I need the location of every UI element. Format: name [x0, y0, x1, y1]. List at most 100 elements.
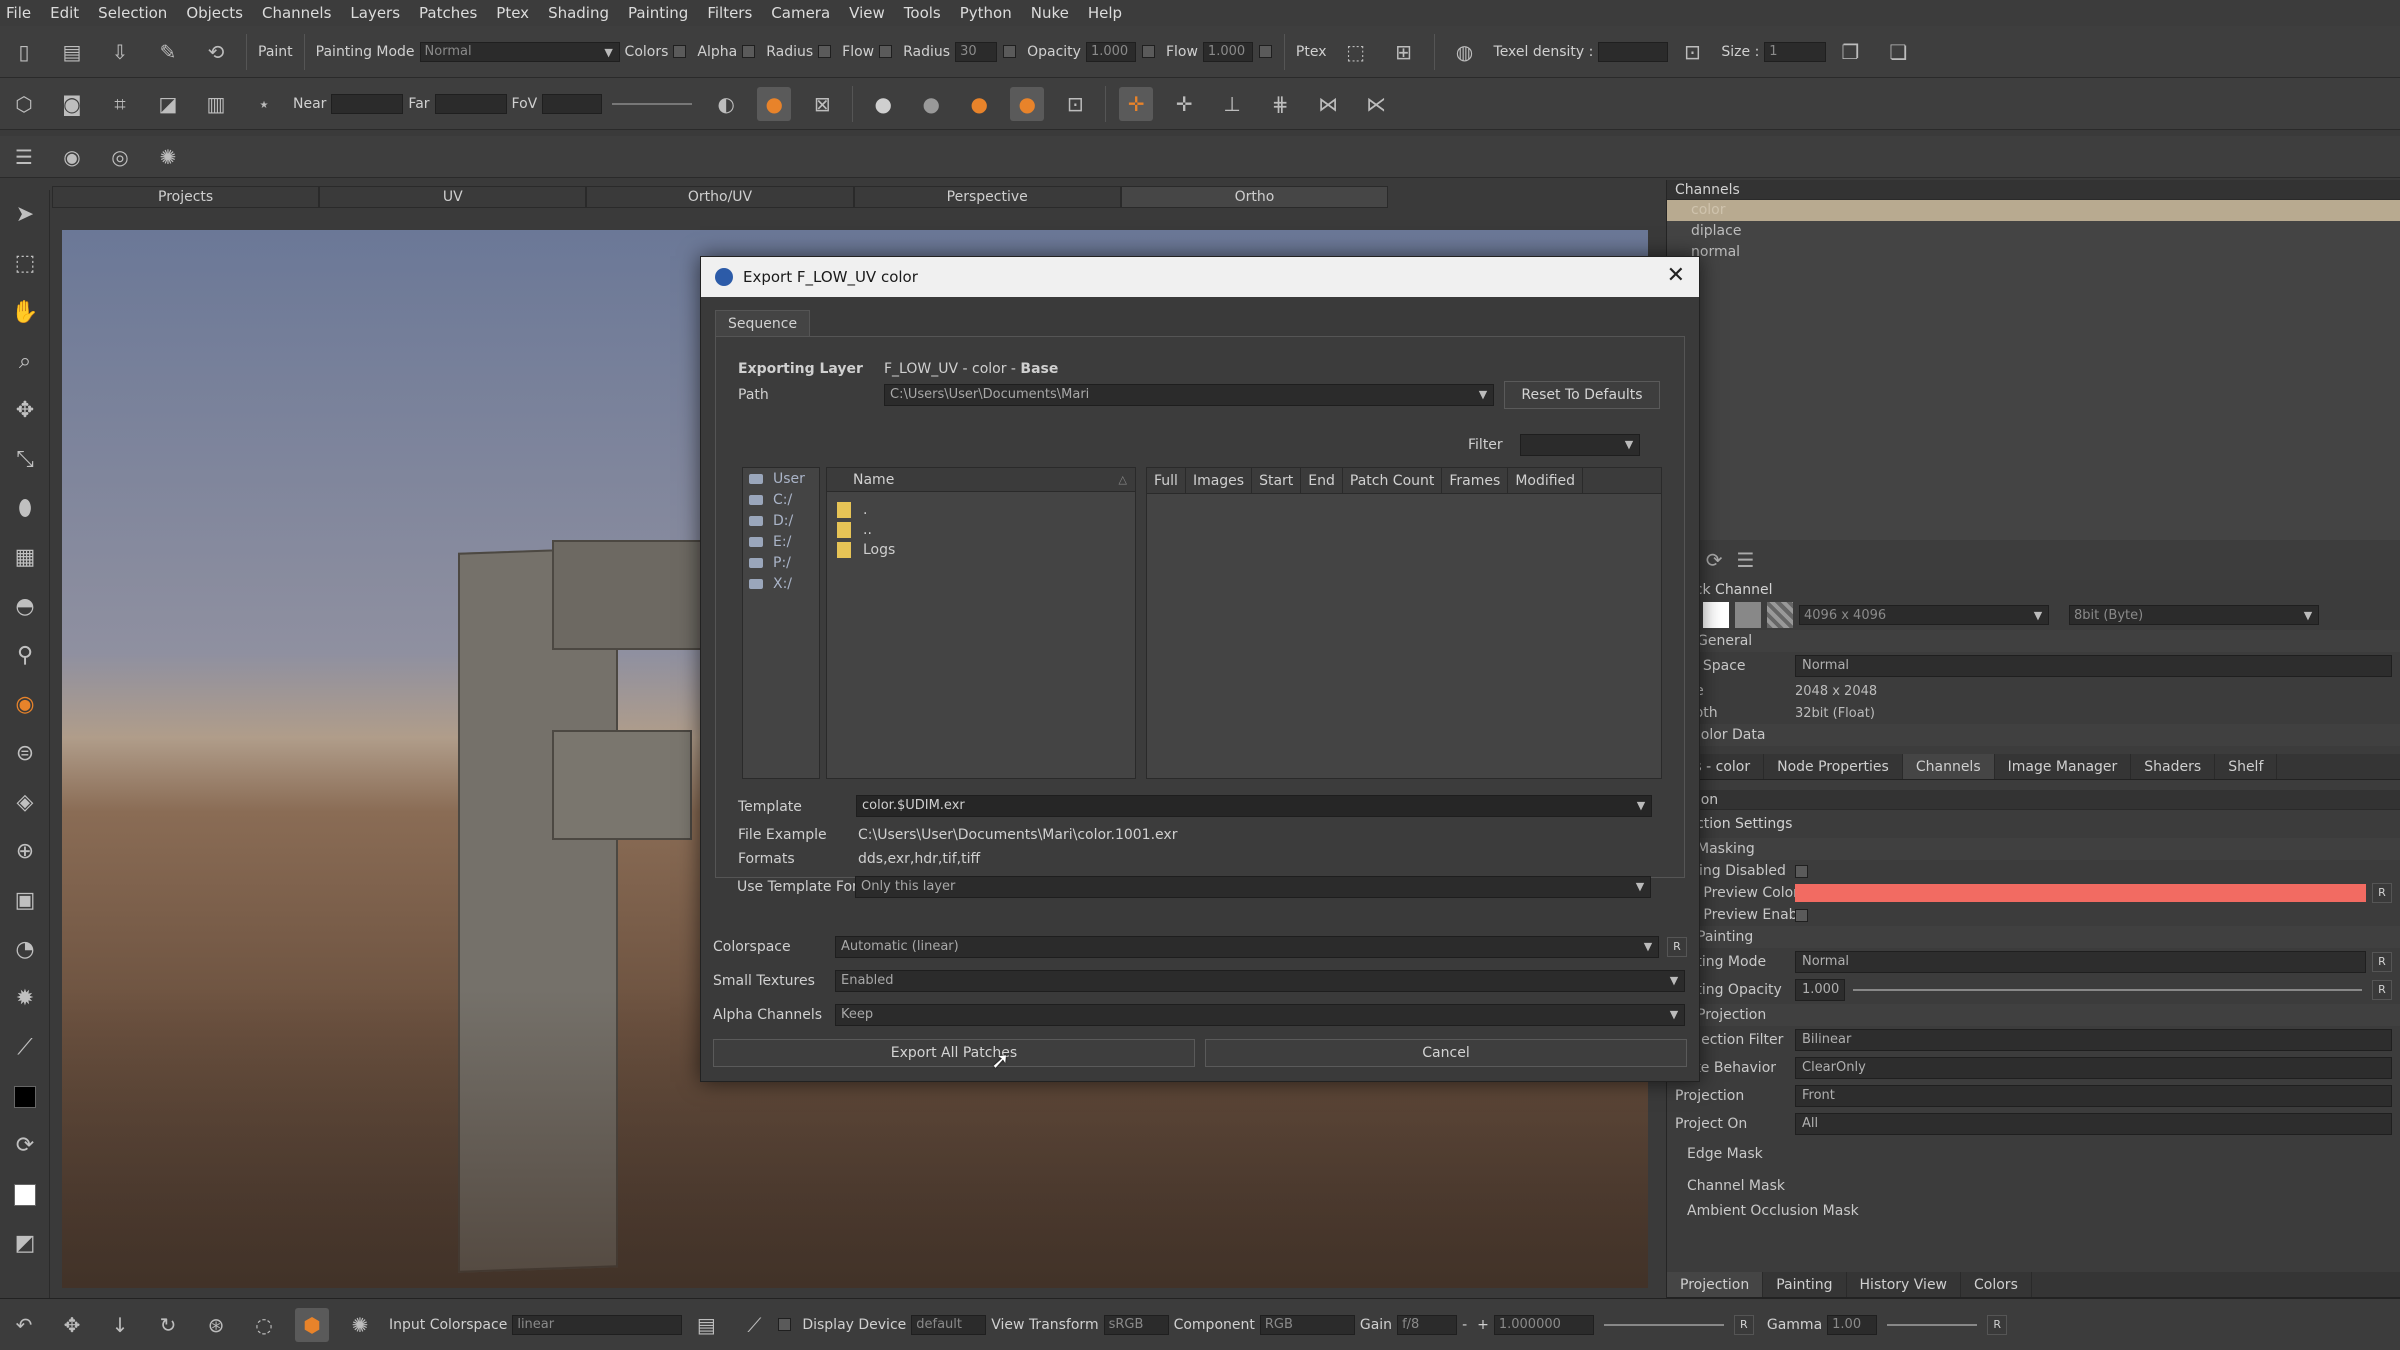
menu-file[interactable]: File: [6, 4, 31, 22]
blur-icon[interactable]: ✹: [0, 974, 50, 1023]
menu-layers[interactable]: Layers: [350, 4, 400, 22]
opacity-field[interactable]: 1.000: [1085, 41, 1136, 62]
edge-mask-label[interactable]: Edge Mask: [1667, 1146, 1795, 1162]
gain-minus-button[interactable]: -: [1462, 1317, 1467, 1333]
clear-icon[interactable]: ▤: [55, 35, 89, 69]
menu-shading[interactable]: Shading: [548, 4, 609, 22]
file-item-current[interactable]: .: [827, 500, 1135, 520]
menu-nuke[interactable]: Nuke: [1031, 4, 1069, 22]
curve-icon[interactable]: ⟋: [737, 1308, 771, 1342]
column-header-images[interactable]: Images: [1186, 468, 1253, 493]
projection-filter-select[interactable]: Bilinear: [1795, 1029, 2392, 1051]
transform-tool-icon[interactable]: ⊛: [199, 1308, 233, 1342]
radius-slider[interactable]: [1003, 45, 1017, 58]
menu-edit[interactable]: Edit: [50, 4, 79, 22]
gain-fstop-field[interactable]: f/8: [1397, 1314, 1458, 1335]
new-icon[interactable]: ▯: [7, 35, 41, 69]
flow-field[interactable]: 1.000: [1202, 41, 1253, 62]
fov-field[interactable]: [542, 93, 603, 114]
paint-brush-icon[interactable]: ◉: [0, 680, 50, 729]
masking-disabled-checkbox[interactable]: [1795, 864, 1808, 878]
dotted-circle-icon[interactable]: ◌: [247, 1308, 281, 1342]
drop-icon[interactable]: ⬮: [0, 484, 50, 533]
drive-e[interactable]: E:/: [743, 531, 819, 552]
display-toggle-checkbox[interactable]: [778, 1318, 792, 1331]
eye-icon[interactable]: ◉: [55, 140, 89, 174]
alpha-channels-select[interactable]: Keep ▼: [835, 1004, 1685, 1026]
channel-mask-label[interactable]: Channel Mask: [1667, 1178, 1795, 1194]
select-icon[interactable]: ➤: [0, 190, 50, 239]
lasso-tool-icon[interactable]: ◓: [0, 582, 50, 631]
drive-c[interactable]: C:/: [743, 489, 819, 510]
column-header-end[interactable]: End: [1301, 468, 1343, 493]
channel-color[interactable]: color: [1667, 200, 2400, 221]
menu-patches[interactable]: Patches: [419, 4, 477, 22]
view-transform-select[interactable]: sRGB: [1103, 1314, 1169, 1335]
material-icon[interactable]: ●: [757, 86, 792, 121]
reset-button[interactable]: R: [2372, 952, 2392, 972]
gain-slider[interactable]: [1603, 1323, 1724, 1326]
use-template-select[interactable]: Only this layer ▼: [855, 876, 1651, 898]
tab-projects[interactable]: Projects: [52, 186, 320, 208]
rotate-icon[interactable]: ↻: [151, 1308, 185, 1342]
projection-section[interactable]: Projection: [1667, 1004, 2400, 1026]
general-section[interactable]: General: [1667, 630, 2400, 652]
tab-history-view[interactable]: History View: [1847, 1272, 1962, 1297]
paste-icon[interactable]: ❏: [1881, 35, 1915, 69]
undo-icon[interactable]: ↶: [7, 1308, 41, 1342]
channel-normal[interactable]: normal: [1667, 242, 2400, 263]
column-header-modified[interactable]: Modified: [1508, 468, 1584, 493]
cancel-button[interactable]: Cancel: [1205, 1039, 1687, 1067]
zoom-icon[interactable]: ⌕: [0, 337, 50, 386]
reset-to-defaults-button[interactable]: Reset To Defaults: [1504, 381, 1660, 409]
painting-opacity-slider[interactable]: [1853, 989, 2362, 991]
gradient-icon[interactable]: ▣: [0, 876, 50, 925]
depth-select[interactable]: 8bit (Byte) ▼: [2069, 605, 2319, 625]
flow-checkbox[interactable]: [879, 45, 893, 58]
menu-channels[interactable]: Channels: [262, 4, 331, 22]
tab-ortho[interactable]: Ortho: [1120, 186, 1389, 208]
near-field[interactable]: [331, 93, 404, 114]
menu-camera[interactable]: Camera: [771, 4, 830, 22]
alpha-checkbox[interactable]: [742, 45, 756, 58]
gain-reset-button[interactable]: R: [1733, 1314, 1754, 1335]
menu-filters[interactable]: Filters: [707, 4, 752, 22]
move-tool-icon[interactable]: ✥: [55, 1308, 89, 1342]
quick-channel-checker[interactable]: [1767, 602, 1793, 628]
file-item-logs[interactable]: Logs: [827, 540, 1135, 560]
texture-icon[interactable]: ⋈: [1311, 87, 1345, 121]
display-device-select[interactable]: default: [911, 1314, 987, 1335]
texel-density-field[interactable]: [1598, 41, 1669, 62]
drive-p[interactable]: P:/: [743, 552, 819, 573]
tab-shaders[interactable]: Shaders: [2131, 754, 2216, 779]
flow-slider[interactable]: [1258, 45, 1272, 58]
painting-section[interactable]: Painting: [1667, 926, 2400, 948]
tab-colors[interactable]: Colors: [1961, 1272, 2032, 1297]
transform-icon[interactable]: ⤡: [0, 435, 50, 484]
gamma-reset-button[interactable]: R: [1987, 1314, 2008, 1335]
lit-shading-icon[interactable]: ●: [962, 87, 996, 121]
tab-sequence[interactable]: Sequence: [715, 310, 811, 336]
ao-mask-label[interactable]: Ambient Occlusion Mask: [1667, 1203, 1917, 1219]
pin-icon[interactable]: ⚲: [0, 631, 50, 680]
tab-image-manager[interactable]: Image Manager: [1995, 754, 2132, 779]
tab-ortho-uv[interactable]: Ortho/UV: [586, 186, 854, 208]
menu-selection[interactable]: Selection: [98, 4, 167, 22]
template-input[interactable]: color.$UDIM.exr ▼: [856, 795, 1652, 817]
pivot-icon[interactable]: ✛: [1119, 86, 1154, 121]
menu-python[interactable]: Python: [960, 4, 1012, 22]
name-column-header[interactable]: Name △: [827, 468, 1135, 492]
lut-icon[interactable]: ✺: [343, 1308, 377, 1342]
channel-settings-icon[interactable]: ☰: [1737, 548, 1755, 572]
menu-painting[interactable]: Painting: [628, 4, 688, 22]
menu-view[interactable]: View: [849, 4, 885, 22]
lasso-icon[interactable]: ⋆: [247, 87, 281, 121]
drive-d[interactable]: D:/: [743, 510, 819, 531]
grid-select-icon[interactable]: ▦: [0, 533, 50, 582]
eye-off-icon[interactable]: ◎: [103, 140, 137, 174]
quick-channel-white[interactable]: [1703, 602, 1729, 628]
projection-mode-select[interactable]: Front: [1795, 1085, 2392, 1107]
path-input[interactable]: C:\Users\User\Documents\Mari ▼: [884, 384, 1494, 406]
menu-objects[interactable]: Objects: [186, 4, 243, 22]
quick-channel-grey[interactable]: [1735, 602, 1761, 628]
